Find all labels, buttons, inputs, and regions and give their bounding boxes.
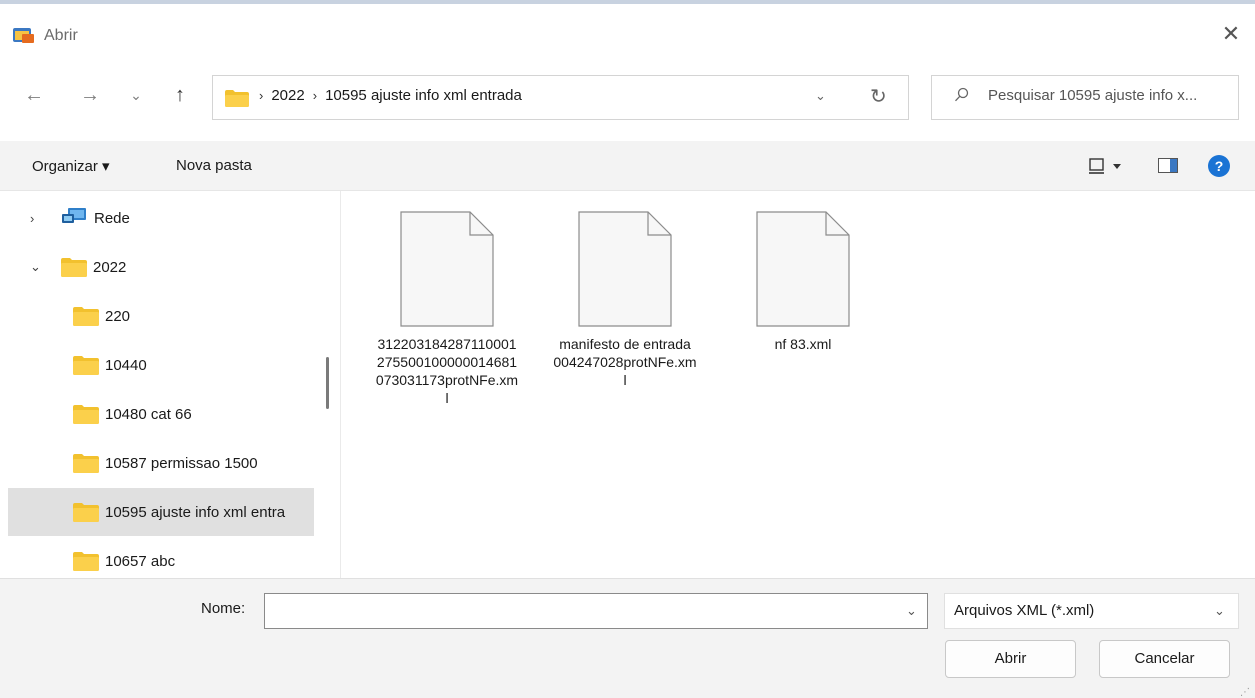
refresh-icon[interactable]: ↻ [870, 84, 887, 109]
file-name: 3122031842871100012755001000000146810730… [375, 336, 519, 406]
preview-pane-icon[interactable] [1158, 158, 1178, 177]
navigation-pane: › Rede ⌄ 2022 220 10440 10480 cat 66 105 [0, 191, 314, 578]
file-name-input[interactable] [271, 600, 891, 617]
navigation-bar: ← → ⌄ ↑ › 2022 › 10595 ajuste info xml e… [0, 59, 1255, 141]
sidebar-item-10657[interactable]: 10657 abc [8, 537, 314, 578]
breadcrumb-separator: › [259, 88, 264, 103]
chevron-down-icon[interactable]: ⌄ [1214, 603, 1225, 619]
document-icon [578, 211, 672, 327]
file-name-combo: ⌄ [264, 593, 928, 629]
file-name: manifesto de entrada 004247028protNFe.xm… [553, 336, 697, 388]
forward-icon[interactable]: → [76, 81, 104, 109]
file-item[interactable]: manifesto de entrada 004247028protNFe.xm… [549, 211, 701, 389]
sidebar-item-label: 10587 permissao 1500 [105, 454, 258, 472]
sidebar-item-label: 2022 [93, 258, 127, 276]
resize-grip-icon[interactable]: ⋰ [1240, 687, 1250, 698]
chevron-down-icon[interactable]: ⌄ [906, 603, 917, 619]
search-icon [954, 87, 970, 108]
file-type-value: Arquivos XML (*.xml) [954, 602, 1095, 619]
cancel-button[interactable]: Cancelar [1099, 640, 1230, 678]
file-name-label: Nome: [201, 600, 246, 617]
sidebar-item-label: Rede [94, 209, 130, 227]
chevron-down-icon[interactable]: ⌄ [815, 88, 826, 104]
sidebar-item-10480[interactable]: 10480 cat 66 [8, 390, 314, 438]
sidebar-item-rede[interactable]: › Rede [8, 194, 314, 242]
folder-icon [61, 257, 87, 277]
sidebar-item-label: 10657 abc [105, 552, 176, 570]
organize-button[interactable]: Organizar ▾ [32, 157, 110, 175]
network-icon [62, 206, 88, 230]
folder-icon [73, 306, 99, 326]
help-icon[interactable]: ? [1208, 155, 1230, 177]
folder-icon [73, 502, 99, 522]
scrollbar-thumb[interactable] [326, 357, 329, 409]
document-icon [400, 211, 494, 327]
document-icon [756, 211, 850, 327]
sidebar-item-10440[interactable]: 10440 [8, 341, 314, 389]
dialog-footer: Nome: ⌄ Arquivos XML (*.xml) ⌄ Abrir Can… [0, 578, 1255, 698]
file-type-select[interactable]: Arquivos XML (*.xml) ⌄ [944, 593, 1239, 629]
breadcrumb: › 2022 › 10595 ajuste info xml entrada [259, 87, 522, 104]
sidebar-item-label: 220 [105, 307, 131, 325]
close-icon[interactable]: ✕ [1216, 19, 1246, 49]
command-toolbar: Organizar ▾ Nova pasta ? [0, 141, 1255, 191]
open-button[interactable]: Abrir [945, 640, 1076, 678]
folder-icon [73, 404, 99, 424]
breadcrumb-separator: › [312, 88, 318, 103]
folder-icon [73, 355, 99, 375]
up-icon[interactable]: ↑ [166, 81, 194, 109]
file-item[interactable]: 3122031842871100012755001000000146810730… [371, 211, 523, 407]
sidebar-item-220[interactable]: 220 [8, 292, 314, 340]
breadcrumb-2022[interactable]: 2022 [271, 87, 304, 104]
back-icon[interactable]: ← [20, 81, 48, 109]
sidebar-item-label: 10595 ajuste info xml entra [105, 503, 286, 521]
folder-icon [73, 453, 99, 473]
view-options-icon[interactable] [1088, 156, 1128, 180]
window-title: Abrir [44, 27, 78, 44]
recent-locations-icon[interactable]: ⌄ [122, 81, 150, 109]
search-box [931, 75, 1239, 120]
folder-icon [225, 90, 249, 111]
breadcrumb-current-folder[interactable]: 10595 ajuste info xml entrada [325, 87, 522, 104]
file-name: nf 83.xml [774, 336, 832, 352]
folder-icon [73, 551, 99, 571]
chevron-right-icon[interactable]: › [30, 211, 34, 226]
search-input[interactable] [988, 87, 1232, 104]
new-folder-button[interactable]: Nova pasta [176, 157, 252, 174]
sidebar-item-label: 10480 cat 66 [105, 405, 192, 423]
title-bar: Abrir ✕ [0, 9, 1255, 59]
pane-splitter[interactable] [314, 191, 341, 578]
file-item[interactable]: nf 83.xml [727, 211, 879, 353]
sidebar-item-10587[interactable]: 10587 permissao 1500 [8, 439, 314, 487]
window-top-border [0, 0, 1255, 9]
sidebar-item-2022[interactable]: ⌄ 2022 [8, 243, 314, 291]
chevron-down-icon[interactable]: ⌄ [30, 259, 41, 275]
address-bar[interactable]: › 2022 › 10595 ajuste info xml entrada ⌄… [212, 75, 909, 120]
sidebar-item-10595[interactable]: 10595 ajuste info xml entra [8, 488, 314, 536]
app-icon [13, 26, 35, 44]
sidebar-item-label: 10440 [105, 356, 147, 374]
file-list: 3122031842871100012755001000000146810730… [341, 191, 1255, 578]
